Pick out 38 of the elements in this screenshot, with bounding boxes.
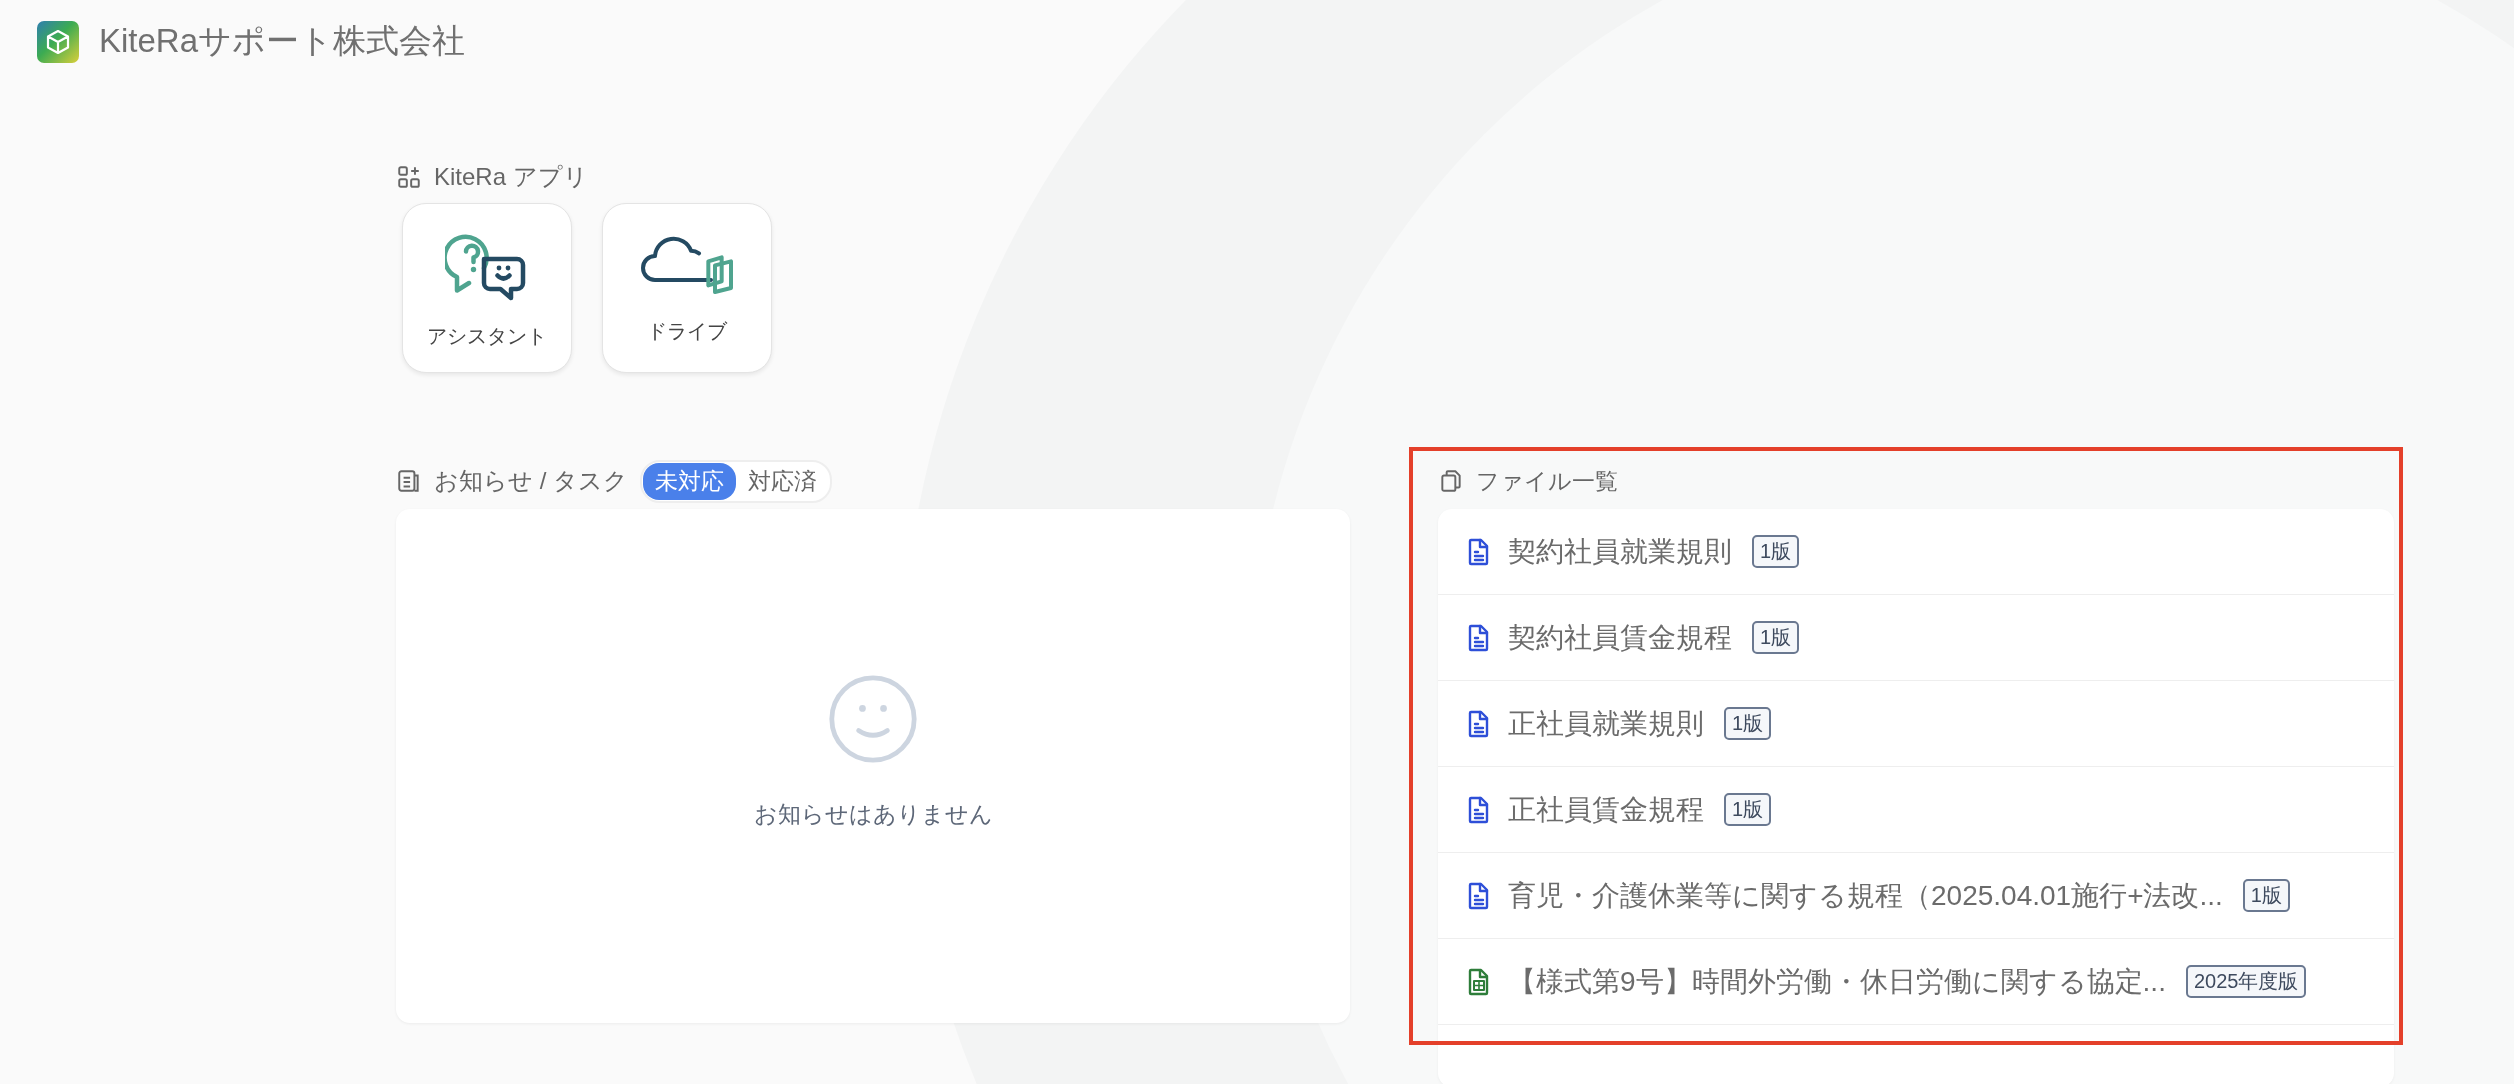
filter-tab[interactable]: 未対応: [643, 462, 736, 500]
app-tile[interactable]: ドライブ: [602, 203, 772, 373]
file-name: 正社員賃金規程: [1508, 792, 1704, 827]
file-row[interactable]: 正社員賃金規程 1版: [1438, 767, 2394, 853]
file-row[interactable]: 育児・介護休業等に関する規程（2025.04.01施行+法改... 1版: [1438, 853, 2394, 939]
document-icon: [1468, 537, 1490, 566]
smiley-icon: [827, 672, 919, 765]
spreadsheet-icon: [1468, 967, 1490, 996]
version-tag: 2025年度版: [2185, 965, 2307, 998]
file-name: 正社員就業規則: [1508, 706, 1704, 741]
document-icon: [1468, 881, 1490, 910]
version-tag: 1版: [1752, 535, 1800, 568]
version-tag: 1版: [1752, 621, 1800, 654]
section-title: ファイル一覧: [1476, 466, 1618, 496]
file-row[interactable]: 契約社員就業規則 1版: [1438, 509, 2394, 595]
document-icon: [1468, 623, 1490, 652]
filter-tab[interactable]: 対応済: [736, 462, 829, 500]
notes-icon: [396, 468, 422, 494]
document-icon: [1468, 795, 1490, 824]
apps-icon: [396, 164, 422, 190]
empty-message: お知らせはありません: [753, 799, 993, 829]
company-name: KiteRaサポート株式会社: [99, 21, 466, 61]
file-row[interactable]: 【様式第9号】時間外労働・休日労働に関する協定... 2025年度版: [1438, 939, 2394, 1025]
version-tag: 1版: [1724, 707, 1772, 740]
app-tile[interactable]: アシスタント: [402, 203, 572, 373]
logo-icon: [37, 20, 79, 63]
document-icon: [1468, 709, 1490, 738]
copy-icon: [1438, 468, 1464, 494]
section-title: KiteRa アプリ: [434, 162, 588, 192]
file-name: 契約社員賃金規程: [1508, 620, 1732, 655]
file-name: 育児・介護休業等に関する規程（2025.04.01施行+法改...: [1508, 878, 2223, 913]
version-tag: 1版: [2242, 879, 2290, 912]
file-name: 【様式第9号】時間外労働・休日労働に関する協定...: [1508, 964, 2166, 999]
version-tag: 1版: [1724, 793, 1772, 826]
file-row[interactable]: 契約社員賃金規程 1版: [1438, 595, 2394, 681]
file-row[interactable]: 正社員就業規則 1版: [1438, 681, 2394, 767]
file-name: 契約社員就業規則: [1508, 534, 1732, 569]
section-title: お知らせ / タスク: [434, 466, 628, 496]
